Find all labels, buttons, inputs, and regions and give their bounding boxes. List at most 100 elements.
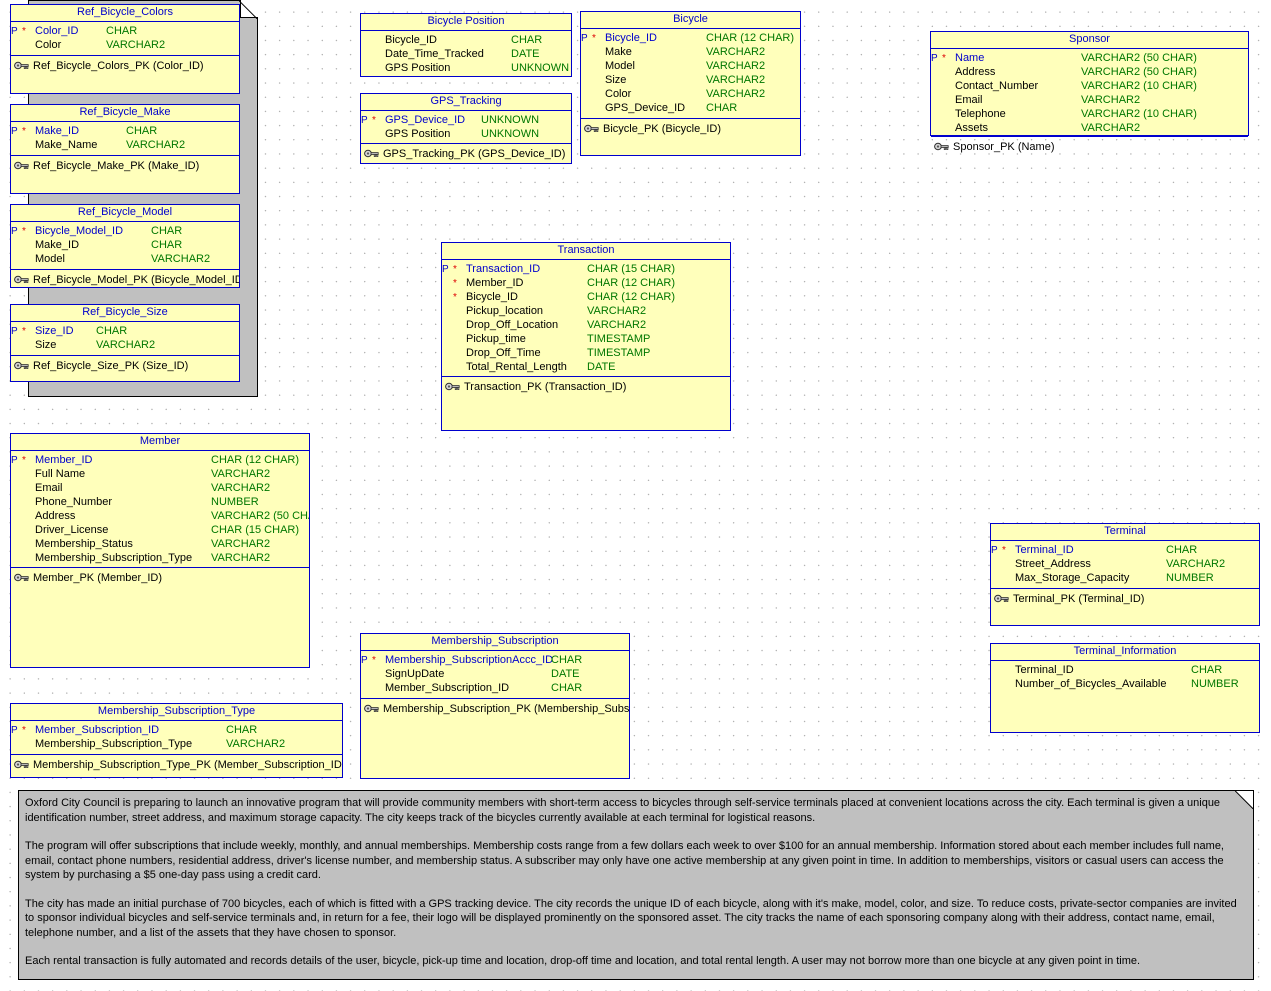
attribute-row[interactable]: P * Terminal_ID CHAR <box>991 543 1259 557</box>
entity-ref-bicycle-size[interactable]: Ref_Bicycle_Size P * Size_ID CHAR Size VARCHA… <box>10 304 240 382</box>
attribute-row[interactable]: Drop_Off_Time TIMESTAMP <box>442 346 730 360</box>
attribute-datatype: DATE <box>587 361 616 373</box>
attribute-row[interactable]: P * Bicycle_ID CHAR (12 CHAR) <box>581 31 800 45</box>
attribute-row[interactable]: P * Member_ID CHAR (12 CHAR) <box>11 453 309 467</box>
entity-gps-tracking[interactable]: GPS_Tracking P * GPS_Device_ID UNKNOWN GPS P… <box>360 93 572 164</box>
attribute-row[interactable]: P * GPS_Device_ID UNKNOWN <box>361 113 571 127</box>
entity-title: Bicycle <box>581 12 800 29</box>
attribute-row[interactable]: P * Transaction_ID CHAR (15 CHAR) <box>442 262 730 276</box>
attribute-row[interactable]: P * Member_Subscription_ID CHAR <box>11 723 342 737</box>
attribute-row[interactable]: Address VARCHAR2 (50 CHAR) <box>931 65 1248 79</box>
attribute-datatype: TIMESTAMP <box>587 333 651 345</box>
attribute-row[interactable]: Assets VARCHAR2 <box>931 121 1248 135</box>
attribute-row[interactable]: Full Name VARCHAR2 <box>11 467 309 481</box>
attribute-row[interactable]: Member_Subscription_ID CHAR <box>361 681 629 695</box>
key-row[interactable]: Bicycle_PK (Bicycle_ID) <box>581 121 800 136</box>
attribute-name: GPS_Device_ID <box>385 114 466 126</box>
entity-membership-subscription[interactable]: Membership_Subscription P * Membership_Sub… <box>360 633 630 779</box>
key-row[interactable]: Sponsor_PK (Name) <box>931 139 1248 154</box>
attribute-row[interactable]: Size VARCHAR2 <box>11 338 239 352</box>
attribute-row[interactable]: Membership_Status VARCHAR2 <box>11 537 309 551</box>
entity-keys: GPS_Tracking_PK (GPS_Device_ID) <box>361 144 571 161</box>
attribute-row[interactable]: GPS Position UNKNOWN <box>361 127 571 141</box>
entity-terminal-information[interactable]: Terminal_Information Terminal_ID CHAR Numb… <box>990 643 1260 733</box>
key-row[interactable]: Member_PK (Member_ID) <box>11 570 309 585</box>
entity-bicycle-position[interactable]: Bicycle Position Bicycle_ID CHAR Date_Time… <box>360 13 572 77</box>
attribute-row[interactable]: P * Name VARCHAR2 (50 CHAR) <box>931 51 1248 65</box>
description-note[interactable]: Oxford City Council is preparing to laun… <box>18 790 1254 980</box>
entity-attributes: Terminal_ID CHAR Number_of_Bicycles_Availa… <box>991 661 1259 701</box>
attribute-row[interactable]: Drop_Off_Location VARCHAR2 <box>442 318 730 332</box>
attribute-name: Full Name <box>35 468 86 480</box>
attribute-name: Size <box>605 74 627 86</box>
key-row[interactable]: Terminal_PK (Terminal_ID) <box>991 591 1259 606</box>
attribute-row[interactable]: Contact_Number VARCHAR2 (10 CHAR) <box>931 79 1248 93</box>
key-row[interactable]: Membership_Subscription_PK (Membership_S… <box>361 701 629 716</box>
attribute-row[interactable]: P * Color_ID CHAR <box>11 24 239 38</box>
attribute-name: Make <box>605 46 632 58</box>
attribute-row[interactable]: Terminal_ID CHAR <box>991 663 1259 677</box>
attribute-row[interactable]: * Member_ID CHAR (12 CHAR) <box>442 276 730 290</box>
attribute-row[interactable]: Make_Name VARCHAR2 <box>11 138 239 152</box>
attribute-name: Contact_Number <box>955 80 1039 92</box>
entity-ref-bicycle-model[interactable]: Ref_Bicycle_Model P * Bicycle_Model_ID CHAR… <box>10 204 240 288</box>
key-row[interactable]: GPS_Tracking_PK (GPS_Device_ID) <box>361 146 571 161</box>
attribute-row[interactable]: GPS_Device_ID CHAR <box>581 101 800 115</box>
attribute-row[interactable]: Pickup_location VARCHAR2 <box>442 304 730 318</box>
key-row[interactable]: Transaction_PK (Transaction_ID) <box>442 379 730 394</box>
attribute-name: Model <box>605 60 635 72</box>
entity-ref-bicycle-colors[interactable]: Ref_Bicycle_Colors P * Color_ID CHAR Color VA… <box>10 4 240 94</box>
attribute-row[interactable]: Email VARCHAR2 <box>11 481 309 495</box>
attribute-row[interactable]: Make_ID CHAR <box>11 238 239 252</box>
attribute-datatype: VARCHAR2 <box>126 139 186 151</box>
entity-attributes: P * Size_ID CHAR Size VARCHAR2 <box>11 322 239 356</box>
attribute-row[interactable]: Pickup_time TIMESTAMP <box>442 332 730 346</box>
attribute-datatype: CHAR <box>1166 544 1198 556</box>
entity-sponsor[interactable]: Sponsor P * Name VARCHAR2 (50 CHAR) Address V… <box>930 31 1249 153</box>
primary-key-marker: P <box>11 226 18 237</box>
attribute-datatype: VARCHAR2 <box>106 39 166 51</box>
attribute-row[interactable]: GPS Position UNKNOWN <box>361 61 571 75</box>
entity-transaction[interactable]: Transaction P * Transaction_ID CHAR (15 CHA… <box>441 242 731 431</box>
attribute-row[interactable]: Phone_Number NUMBER <box>11 495 309 509</box>
primary-key-marker: P <box>442 264 449 275</box>
key-row[interactable]: Ref_Bicycle_Colors_PK (Color_ID) <box>11 58 239 73</box>
key-row[interactable]: Ref_Bicycle_Model_PK (Bicycle_Model_ID) <box>11 272 239 287</box>
attribute-row[interactable]: Size VARCHAR2 <box>581 73 800 87</box>
attribute-row[interactable]: Street_Address VARCHAR2 <box>991 557 1259 571</box>
attribute-row[interactable]: Total_Rental_Length DATE <box>442 360 730 374</box>
key-row[interactable]: Membership_Subscription_Type_PK (Member_… <box>11 757 342 772</box>
entity-terminal[interactable]: Terminal P * Terminal_ID CHAR Street_Address… <box>990 523 1260 626</box>
attribute-row[interactable]: Bicycle_ID CHAR <box>361 33 571 47</box>
entity-ref-bicycle-make[interactable]: Ref_Bicycle_Make P * Make_ID CHAR Make_Name V… <box>10 104 240 194</box>
attribute-row[interactable]: Max_Storage_Capacity NUMBER <box>991 571 1259 585</box>
attribute-name: Street_Address <box>1015 558 1091 570</box>
attribute-row[interactable]: Email VARCHAR2 <box>931 93 1248 107</box>
attribute-row[interactable]: Telephone VARCHAR2 (10 CHAR) <box>931 107 1248 121</box>
attribute-row[interactable]: Date_Time_Tracked DATE <box>361 47 571 61</box>
attribute-row[interactable]: Number_of_Bicycles_Available NUMBER <box>991 677 1259 691</box>
attribute-row[interactable]: Color VARCHAR2 <box>581 87 800 101</box>
key-row[interactable]: Ref_Bicycle_Make_PK (Make_ID) <box>11 158 239 173</box>
key-row[interactable]: Ref_Bicycle_Size_PK (Size_ID) <box>11 358 239 373</box>
attribute-row[interactable]: P * Bicycle_Model_ID CHAR <box>11 224 239 238</box>
key-icon <box>364 703 379 714</box>
attribute-row[interactable]: Address VARCHAR2 (50 CHAR) <box>11 509 309 523</box>
attribute-row[interactable]: SignUpDate DATE <box>361 667 629 681</box>
attribute-row[interactable]: Make VARCHAR2 <box>581 45 800 59</box>
attribute-row[interactable]: * Bicycle_ID CHAR (12 CHAR) <box>442 290 730 304</box>
attribute-row[interactable]: P * Membership_SubscriptionAccc_ID CHAR <box>361 653 629 667</box>
entity-membership-subscription-type[interactable]: Membership_Subscription_Type P * Member_Su… <box>10 703 343 778</box>
attribute-datatype: CHAR <box>551 654 583 666</box>
attribute-row[interactable]: Color VARCHAR2 <box>11 38 239 52</box>
attribute-row[interactable]: P * Size_ID CHAR <box>11 324 239 338</box>
attribute-row[interactable]: Model VARCHAR2 <box>581 59 800 73</box>
entity-bicycle[interactable]: Bicycle P * Bicycle_ID CHAR (12 CHAR) Make VA… <box>580 11 801 156</box>
attribute-row[interactable]: Driver_License CHAR (15 CHAR) <box>11 523 309 537</box>
attribute-row[interactable]: Membership_Subscription_Type VARCHAR2 <box>11 737 342 751</box>
entity-member[interactable]: Member P * Member_ID CHAR (12 CHAR) Full Nam… <box>10 433 310 668</box>
attribute-row[interactable]: Membership_Subscription_Type VARCHAR2 <box>11 551 309 565</box>
attribute-row[interactable]: Model VARCHAR2 <box>11 252 239 266</box>
attribute-row[interactable]: P * Make_ID CHAR <box>11 124 239 138</box>
attribute-name: Membership_Subscription_Type <box>35 738 193 750</box>
